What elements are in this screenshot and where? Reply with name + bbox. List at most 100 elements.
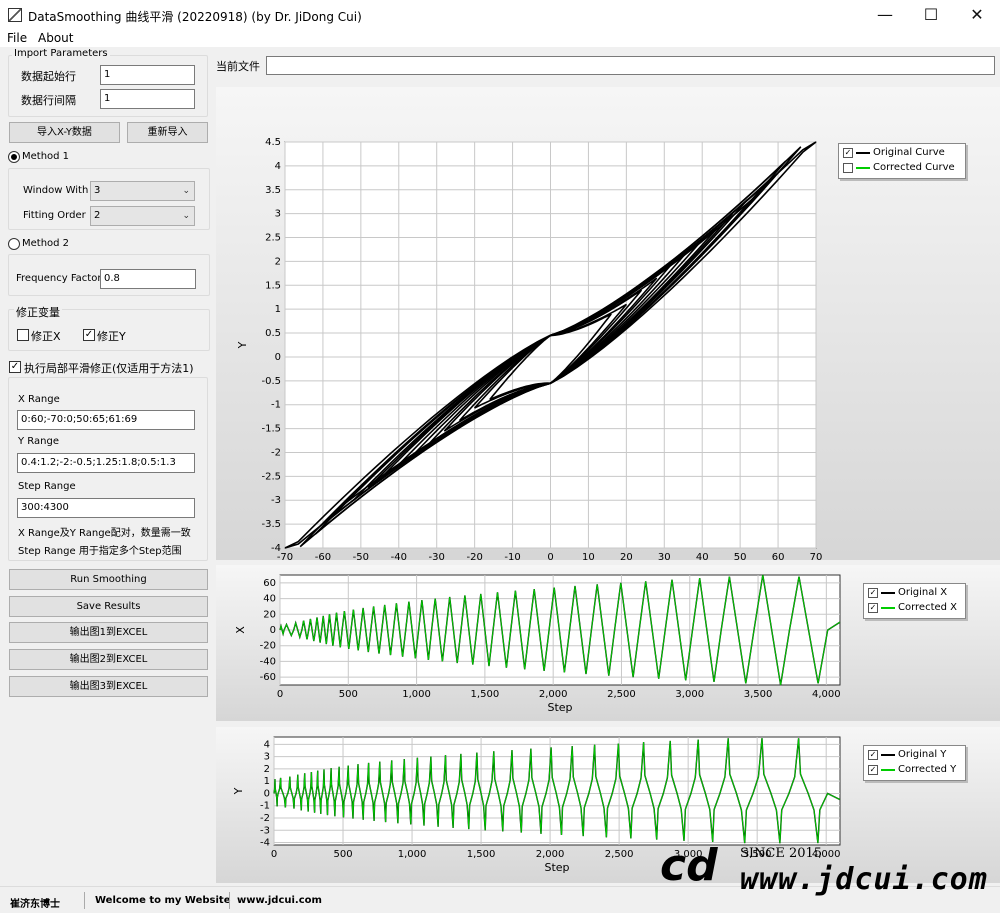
chart1-legend: ✓ Original Curve Corrected Curve — [838, 143, 966, 179]
x-tick-label: 3,000 — [675, 689, 704, 700]
y-tick-label: -3 — [260, 825, 270, 836]
x-tick-label: -20 — [466, 552, 482, 560]
method1-radio[interactable] — [8, 151, 20, 163]
x-tick-label: -10 — [504, 552, 520, 560]
chart3-legend: ✓ Original Y ✓ Corrected Y — [863, 745, 966, 781]
y-tick-label: -1 — [271, 400, 281, 411]
legend-checkbox[interactable]: ✓ — [868, 749, 878, 760]
start-row-input[interactable]: 1 — [100, 65, 195, 85]
y-tick-label: 2 — [275, 256, 281, 267]
y-axis-label: Y — [232, 787, 245, 795]
y-tick-label: 4 — [264, 739, 270, 750]
y-tick-label: -1 — [260, 801, 270, 812]
window-width-label: Window With — [23, 185, 89, 196]
range-note-2: Step Range 用于指定多个Step范围 — [18, 546, 182, 557]
frequency-factor-label: Frequency Factor — [16, 273, 102, 284]
x-tick-label: 1,000 — [402, 689, 431, 700]
y-tick-label: -4 — [271, 543, 281, 554]
x-tick-label: 3,500 — [744, 689, 773, 700]
close-button[interactable]: ✕ — [954, 0, 1000, 30]
fitting-order-label: Fitting Order — [23, 210, 86, 221]
x-tick-label: 500 — [333, 849, 352, 860]
method2-label: Method 2 — [22, 238, 70, 249]
y-tick-label: -40 — [260, 656, 276, 667]
y-tick-label: -2 — [271, 447, 281, 458]
correct-y-checkbox[interactable]: ✓ — [83, 329, 95, 341]
x-tick-label: 1,000 — [398, 849, 427, 860]
left-panel: Import Parameters 数据起始行 1 数据行间隔 1 导入X-Y数… — [0, 47, 216, 886]
y-tick-label: 60 — [263, 578, 276, 589]
local-smooth-checkbox[interactable]: ✓ — [9, 361, 21, 373]
save-results-button[interactable]: Save Results — [9, 596, 208, 617]
reimport-button[interactable]: 重新导入 — [127, 122, 208, 143]
current-file-label: 当前文件 — [216, 60, 260, 73]
x-axis-label: Step — [544, 861, 569, 874]
correct-y-label: 修正Y — [97, 330, 126, 343]
legend-corrected-curve[interactable]: Corrected Curve — [843, 162, 955, 176]
x-tick-label: -60 — [315, 552, 331, 560]
frequency-factor-input[interactable]: 0.8 — [100, 269, 196, 289]
legend-corrected-x[interactable]: ✓ Corrected X — [868, 602, 957, 616]
x-tick-label: 60 — [772, 552, 785, 560]
legend-original-x[interactable]: ✓ Original X — [868, 587, 947, 601]
window-width-select[interactable]: 3 ⌄ — [90, 181, 195, 201]
export-chart1-button[interactable]: 输出图1到EXCEL — [9, 622, 208, 643]
y-tick-label: 3 — [264, 752, 270, 763]
y-tick-label: -3 — [271, 495, 281, 506]
minimize-button[interactable]: — — [862, 0, 908, 30]
row-interval-input[interactable]: 1 — [100, 89, 195, 109]
legend-checkbox[interactable]: ✓ — [843, 147, 853, 158]
status-divider — [84, 892, 85, 909]
y-tick-label: 1.5 — [265, 280, 281, 291]
watermark-mark: cd — [660, 840, 718, 891]
y-tick-label: -60 — [260, 672, 276, 683]
export-chart2-button[interactable]: 输出图2到EXCEL — [9, 649, 208, 670]
title-bar: DataSmoothing 曲线平滑 (20220918) (by Dr. Ji… — [0, 0, 1000, 30]
x-axis-label: Step — [547, 701, 572, 714]
x-tick-label: 20 — [620, 552, 633, 560]
y-axis-label: X — [234, 626, 247, 634]
maximize-button[interactable]: ☐ — [908, 0, 954, 30]
y-tick-label: -2.5 — [261, 471, 281, 482]
current-file-input[interactable] — [266, 56, 995, 75]
status-website-link[interactable]: www.jdcui.com — [237, 895, 322, 906]
y-tick-label: 0 — [264, 788, 270, 799]
x-tick-label: 1,500 — [471, 689, 500, 700]
y-tick-label: -4 — [260, 838, 270, 849]
y-range-input[interactable]: 0.4:1.2;-2:-0.5;1.25:1.8;0.5:1.3 — [17, 453, 195, 473]
y-tick-label: 3.5 — [265, 185, 281, 196]
x-tick-label: 2,000 — [539, 689, 568, 700]
x-range-label: X Range — [18, 394, 60, 405]
export-chart3-button[interactable]: 输出图3到EXCEL — [9, 676, 208, 697]
legend-checkbox[interactable]: ✓ — [868, 764, 878, 775]
fitting-order-value: 2 — [94, 210, 101, 221]
x-tick-label: -50 — [353, 552, 369, 560]
method2-radio[interactable] — [8, 238, 20, 250]
chart2-legend: ✓ Original X ✓ Corrected X — [863, 583, 966, 619]
fitting-order-select[interactable]: 2 ⌄ — [90, 206, 195, 226]
menu-file[interactable]: File — [7, 31, 27, 45]
step-range-input[interactable]: 300:4300 — [17, 498, 195, 518]
x-tick-label: -30 — [429, 552, 445, 560]
legend-original-y[interactable]: ✓ Original Y — [868, 749, 946, 763]
x-range-input[interactable]: 0:60;-70:0;50:65;61:69 — [17, 410, 195, 430]
import-xy-button[interactable]: 导入X-Y数据 — [9, 122, 120, 143]
legend-checkbox[interactable]: ✓ — [868, 587, 878, 598]
step-x-chart: 0 500 1,000 1,500 2,000 2,500 3,000 3,500 4,000 6… — [216, 565, 1000, 721]
x-tick-label: 500 — [339, 689, 358, 700]
x-tick-label: 2,500 — [607, 689, 636, 700]
y-tick-label: -1.5 — [261, 424, 281, 435]
run-smoothing-button[interactable]: Run Smoothing — [9, 569, 208, 590]
legend-original-curve[interactable]: ✓ Original Curve — [843, 147, 945, 161]
legend-checkbox[interactable]: ✓ — [868, 602, 878, 613]
menu-about[interactable]: About — [38, 31, 73, 45]
x-tick-label: 50 — [734, 552, 747, 560]
plot-area — [273, 736, 841, 846]
legend-checkbox[interactable] — [843, 162, 853, 173]
correct-x-checkbox[interactable] — [17, 329, 29, 341]
legend-corrected-y[interactable]: ✓ Corrected Y — [868, 764, 956, 778]
chevron-down-icon: ⌄ — [182, 186, 190, 196]
y-tick-label: 2.5 — [265, 233, 281, 244]
correct-x-label: 修正X — [31, 330, 61, 343]
x-tick-label: -40 — [391, 552, 407, 560]
